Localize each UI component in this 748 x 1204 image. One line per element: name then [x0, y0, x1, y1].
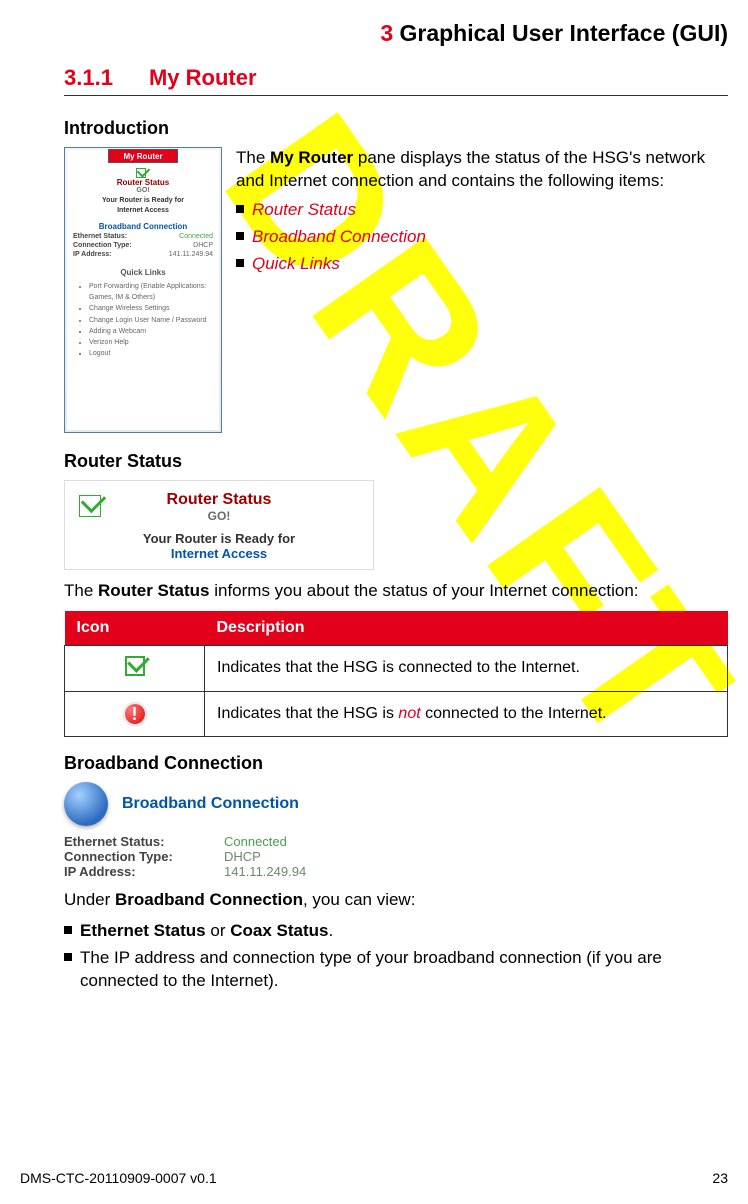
row2-lead: Indicates that the HSG is	[217, 705, 398, 722]
bullet-icon	[236, 259, 244, 267]
panel-ql-item: Port Forwarding (Enable Applications: Ga…	[89, 281, 211, 303]
bc-info-row: IP Address:141.11.249.94	[64, 864, 728, 879]
panel-router-status-title: Router Status	[73, 178, 213, 187]
bc-para-lead: Under	[64, 890, 115, 909]
panel-ready-line2: Internet Access	[73, 207, 213, 214]
bc-para-tail: , you can view:	[303, 890, 415, 909]
check-icon	[136, 168, 146, 178]
panel-ql-title: Quick Links	[75, 268, 211, 277]
bullet-icon	[64, 926, 72, 934]
link-quick-links[interactable]: Quick Links	[252, 253, 340, 276]
b1a: Ethernet Status	[80, 921, 206, 940]
rs-para-tail: informs you about the status of your Int…	[210, 581, 639, 600]
row2-em: not	[398, 705, 420, 722]
panel-bc-v1: DHCP	[193, 242, 213, 249]
alert-icon: !	[123, 702, 147, 726]
section-number: 3.1.1	[64, 65, 113, 90]
bullet-icon	[64, 953, 72, 961]
panel-ready-line1: Your Router is Ready for	[73, 197, 213, 204]
chapter-number: 3	[380, 20, 393, 46]
intro-bullet-list: Router Status Broadband Connection Quick…	[236, 199, 728, 276]
doc-id: DMS-CTC-20110909-0007 v0.1	[20, 1170, 217, 1186]
broadband-box-header: Broadband Connection	[64, 782, 728, 826]
intro-lead: The	[236, 148, 270, 167]
table-row: ! Indicates that the HSG is not connecte…	[65, 691, 728, 736]
rs-box-ready2: Internet Access	[73, 546, 365, 561]
b1d: .	[328, 921, 333, 940]
intro-text: The My Router pane displays the status o…	[236, 147, 728, 433]
panel-tab: My Router	[108, 149, 178, 163]
check-icon	[79, 495, 101, 517]
broadband-box-title: Broadband Connection	[122, 795, 299, 813]
panel-ql-item: Adding a Webcam	[89, 326, 211, 337]
b1b: or	[206, 921, 231, 940]
panel-ql-list: Port Forwarding (Enable Applications: Ga…	[75, 281, 211, 359]
bc-v1: DHCP	[224, 849, 261, 864]
globe-icon	[64, 782, 108, 826]
bc-para-bold: Broadband Connection	[115, 890, 303, 909]
th-description: Description	[205, 611, 728, 646]
intro-heading: Introduction	[64, 118, 728, 139]
page-footer: DMS-CTC-20110909-0007 v0.1 23	[20, 1170, 728, 1186]
section-title: 3.1.1 My Router	[64, 65, 728, 96]
check-icon	[125, 656, 145, 676]
list-item: The IP address and connection type of yo…	[64, 947, 728, 993]
link-router-status[interactable]: Router Status	[252, 199, 356, 222]
bc-l2: IP Address:	[64, 864, 224, 879]
router-status-table: Icon Description Indicates that the HSG …	[64, 611, 728, 737]
b2: The IP address and connection type of yo…	[80, 947, 728, 993]
row2-tail: connected to the Internet.	[421, 705, 607, 722]
rs-para-bold: Router Status	[98, 581, 209, 600]
list-item: Ethernet Status or Coax Status.	[64, 920, 728, 943]
bc-v2: 141.11.249.94	[224, 864, 306, 879]
panel-bc-title: Broadband Connection	[73, 222, 213, 231]
panel-bc-l2: IP Address:	[73, 251, 112, 258]
router-status-box: Router Status GO! Your Router is Ready f…	[64, 480, 374, 570]
my-router-pane-thumbnail: My Router Router Status GO! Your Router …	[64, 147, 222, 433]
broadband-para: Under Broadband Connection, you can view…	[64, 889, 728, 912]
panel-ql-item: Change Login User Name / Password	[89, 315, 211, 326]
bc-info-row: Ethernet Status:Connected	[64, 834, 728, 849]
rs-box-go: GO!	[73, 509, 365, 523]
rs-box-ready1: Your Router is Ready for	[73, 531, 365, 546]
panel-bc-v2: 141.11.249.94	[169, 251, 213, 258]
chapter-title: Graphical User Interface (GUI)	[400, 20, 729, 46]
chapter-header: 3 Graphical User Interface (GUI)	[64, 20, 728, 47]
panel-go-label: GO!	[73, 187, 213, 194]
bullet-icon	[236, 205, 244, 213]
rs-box-title: Router Status	[73, 491, 365, 509]
row1-desc: Indicates that the HSG is connected to t…	[205, 645, 728, 691]
bc-l1: Connection Type:	[64, 849, 224, 864]
intro-bold: My Router	[270, 148, 353, 167]
panel-bc-v0: Connected	[179, 233, 213, 240]
b1c: Coax Status	[230, 921, 328, 940]
router-status-para: The Router Status informs you about the …	[64, 580, 728, 603]
bc-l0: Ethernet Status:	[64, 834, 224, 849]
section-name: My Router	[149, 65, 257, 90]
panel-bc-l0: Ethernet Status:	[73, 233, 127, 240]
panel-bc-l1: Connection Type:	[73, 242, 132, 249]
bullet-icon	[236, 232, 244, 240]
table-row: Indicates that the HSG is connected to t…	[65, 645, 728, 691]
row2-desc: Indicates that the HSG is not connected …	[205, 691, 728, 736]
page-number: 23	[712, 1170, 728, 1186]
router-status-heading: Router Status	[64, 451, 728, 472]
panel-ql-item: Logout	[89, 348, 211, 359]
broadband-heading: Broadband Connection	[64, 753, 728, 774]
bc-info-row: Connection Type:DHCP	[64, 849, 728, 864]
broadband-bullets: Ethernet Status or Coax Status. The IP a…	[64, 920, 728, 993]
th-icon: Icon	[65, 611, 205, 646]
panel-ql-item: Change Wireless Settings	[89, 303, 211, 314]
panel-ql-item: Verizon Help	[89, 337, 211, 348]
link-broadband-connection[interactable]: Broadband Connection	[252, 226, 426, 249]
rs-para-lead: The	[64, 581, 98, 600]
bc-v0: Connected	[224, 834, 287, 849]
broadband-info: Ethernet Status:Connected Connection Typ…	[64, 834, 728, 879]
